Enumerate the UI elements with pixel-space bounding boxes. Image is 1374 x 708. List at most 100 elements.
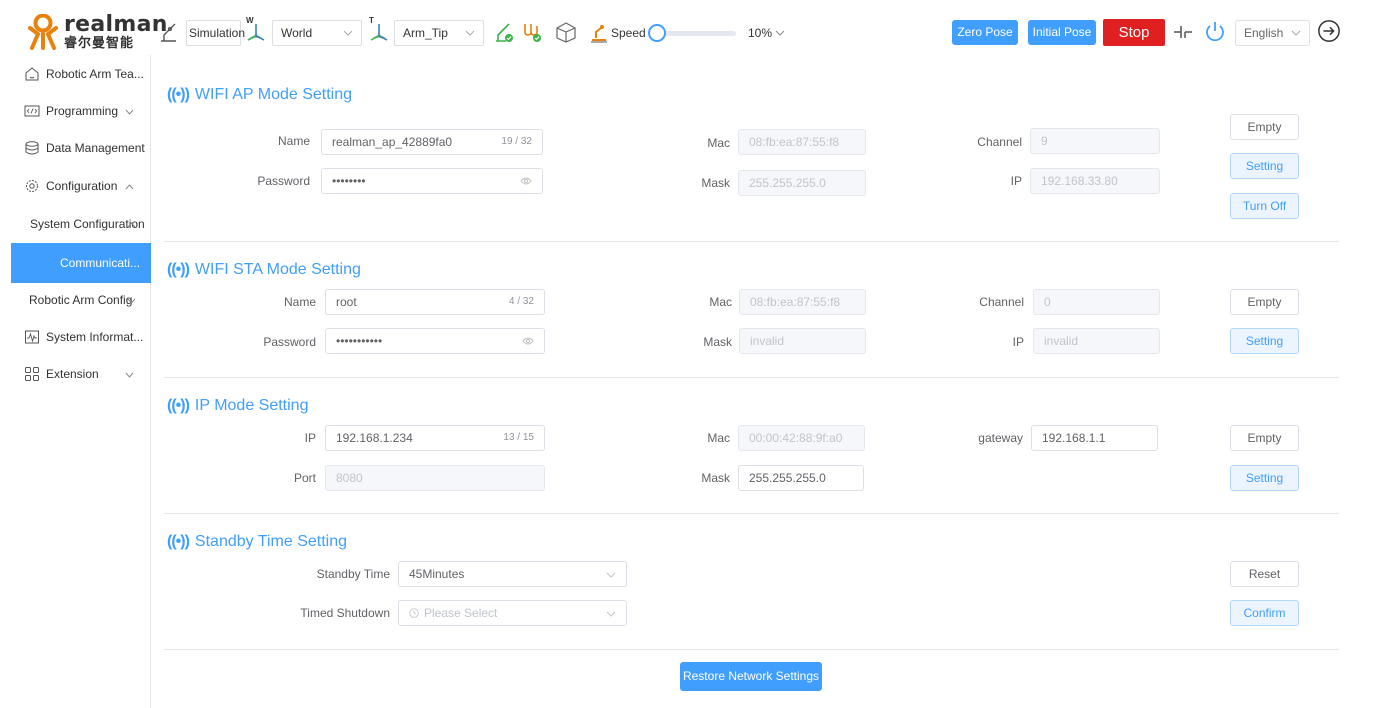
collision-icon[interactable] (1172, 20, 1194, 44)
sta-ip-input: invalid (1033, 328, 1160, 354)
sidebar-item-programming[interactable]: Programming (0, 92, 151, 130)
zero-pose-button[interactable]: Zero Pose (952, 20, 1018, 45)
teach-icon[interactable] (588, 20, 610, 44)
speed-slider-track[interactable] (658, 31, 736, 36)
sta-setting-button[interactable]: Setting (1230, 328, 1299, 354)
section-title-text: IP Mode Setting (194, 397, 309, 414)
restore-network-settings-button[interactable]: Restore Network Settings (680, 662, 822, 691)
ap-ip-label: IP (1010, 174, 1022, 188)
sidebar-item-system-information[interactable]: System Informat... (0, 318, 151, 356)
database-icon (25, 141, 39, 155)
brand-logo: realman 睿尔曼智能 (26, 14, 167, 50)
standby-time-select[interactable]: 45Minutes (398, 561, 627, 587)
speed-value[interactable]: 10% (748, 26, 772, 40)
wifi-signal-icon: ((•)) (167, 261, 190, 278)
base-frame-select[interactable]: World (272, 20, 362, 46)
arm-status-icon[interactable] (493, 20, 515, 44)
chevron-up-icon (125, 184, 134, 190)
wifi-signal-icon: ((•)) (167, 86, 190, 103)
gateway-input[interactable]: 192.168.1.1 (1031, 425, 1158, 451)
sidebar-item-teaching[interactable]: Robotic Arm Tea... (0, 55, 151, 93)
ap-ip-input: 192.168.33.80 (1030, 168, 1160, 194)
cube-icon[interactable] (555, 20, 577, 44)
monitor-icon (25, 330, 39, 344)
gateway-label: gateway (978, 431, 1023, 445)
ap-empty-button[interactable]: Empty (1230, 114, 1299, 140)
sta-password-value: ••••••••••• (336, 334, 383, 348)
ip-mac-label: Mac (707, 431, 730, 445)
sidebar-item-label: Robotic Arm Config (29, 293, 133, 307)
sidebar-item-communication[interactable]: Communicati... (11, 243, 151, 283)
chevron-up-icon (127, 222, 136, 228)
timed-shutdown-label: Timed Shutdown (300, 606, 390, 620)
sidebar-item-robotic-arm-config[interactable]: Robotic Arm Config (0, 281, 151, 319)
section-divider (164, 377, 1339, 378)
language-select[interactable]: English (1235, 20, 1310, 46)
sidebar-item-extension[interactable]: Extension (0, 355, 151, 393)
sidebar-item-system-configuration[interactable]: System Configuration (0, 205, 151, 243)
ap-mask-label: Mask (701, 176, 730, 190)
sidebar-item-label: Configuration (46, 179, 118, 193)
ap-name-input[interactable]: realman_ap_42889fa0 19 / 32 (321, 129, 543, 155)
ap-channel-label: Channel (977, 135, 1022, 149)
chevron-down-icon[interactable] (775, 30, 785, 36)
section-title-wifi-ap: ((•)) WIFI AP Mode Setting (167, 85, 352, 105)
ip-count: 13 / 15 (503, 432, 534, 443)
sidebar-item-configuration[interactable]: Configuration (0, 167, 151, 205)
sta-password-input[interactable]: ••••••••••• (325, 328, 545, 354)
wifi-signal-icon: ((•)) (167, 397, 190, 414)
tool-frame-icon (370, 24, 388, 41)
section-divider (164, 241, 1339, 242)
ip-setting-button[interactable]: Setting (1230, 465, 1299, 491)
tool-frame-value: Arm_Tip (403, 26, 448, 40)
sta-name-input[interactable]: root 4 / 32 (325, 289, 545, 315)
chevron-down-icon (125, 372, 134, 378)
realman-logo-icon (28, 14, 58, 50)
timed-shutdown-select[interactable]: Please Select (398, 600, 627, 626)
sidebar-item-data-management[interactable]: Data Management (0, 129, 151, 167)
sta-mac-input: 08:fb:ea:87:55:f8 (739, 289, 866, 315)
sta-name-label: Name (283, 295, 316, 309)
power-icon[interactable] (1203, 20, 1227, 44)
sta-password-label: Password (263, 335, 316, 349)
speed-slider-handle[interactable] (648, 24, 666, 42)
mode-display[interactable]: Simulation (186, 20, 245, 46)
logout-icon[interactable] (1316, 19, 1342, 43)
robot-arm-icon[interactable] (158, 20, 180, 44)
sidebar-nav: Robotic Arm Tea... Programming Data Mana… (0, 55, 151, 708)
ap-name-value: realman_ap_42889fa0 (332, 135, 453, 149)
standby-time-value: 45Minutes (409, 567, 465, 581)
standby-time-label: Standby Time (316, 567, 390, 581)
sidebar-item-label: Data Management (46, 141, 145, 155)
eye-icon[interactable] (520, 176, 532, 186)
ap-password-label: Password (257, 174, 310, 188)
brand-name: realman (64, 12, 168, 37)
ip-label: IP (304, 431, 316, 445)
chevron-down-icon (125, 109, 134, 115)
ip-mask-input[interactable]: 255.255.255.0 (738, 465, 864, 491)
ap-password-input[interactable]: •••••••• (321, 168, 543, 194)
gripper-status-icon[interactable] (521, 20, 543, 44)
base-frame-value: World (281, 26, 313, 40)
ap-name-count: 19 / 32 (501, 136, 532, 147)
ip-input[interactable]: 192.168.1.234 13 / 15 (325, 425, 545, 451)
eye-icon[interactable] (522, 336, 534, 346)
initial-pose-button[interactable]: Initial Pose (1028, 20, 1096, 45)
home-icon (25, 67, 39, 81)
standby-confirm-button[interactable]: Confirm (1230, 600, 1299, 626)
standby-reset-button[interactable]: Reset (1230, 561, 1299, 587)
base-frame-icon (247, 24, 265, 41)
ap-mask-input: 255.255.255.0 (738, 170, 866, 196)
ap-turn-off-button[interactable]: Turn Off (1230, 193, 1299, 219)
sta-empty-button[interactable]: Empty (1230, 289, 1299, 315)
timed-shutdown-placeholder: Please Select (424, 606, 498, 620)
sidebar-item-label: Robotic Arm Tea... (46, 67, 144, 81)
ip-empty-button[interactable]: Empty (1230, 425, 1299, 451)
speed-label: Speed (611, 26, 646, 40)
ap-password-value: •••••••• (332, 174, 366, 188)
chevron-down-icon (465, 30, 475, 36)
chevron-down-icon (606, 572, 616, 578)
stop-button[interactable]: Stop (1103, 19, 1165, 46)
tool-frame-select[interactable]: Arm_Tip (394, 20, 484, 46)
ap-setting-button[interactable]: Setting (1230, 153, 1299, 179)
